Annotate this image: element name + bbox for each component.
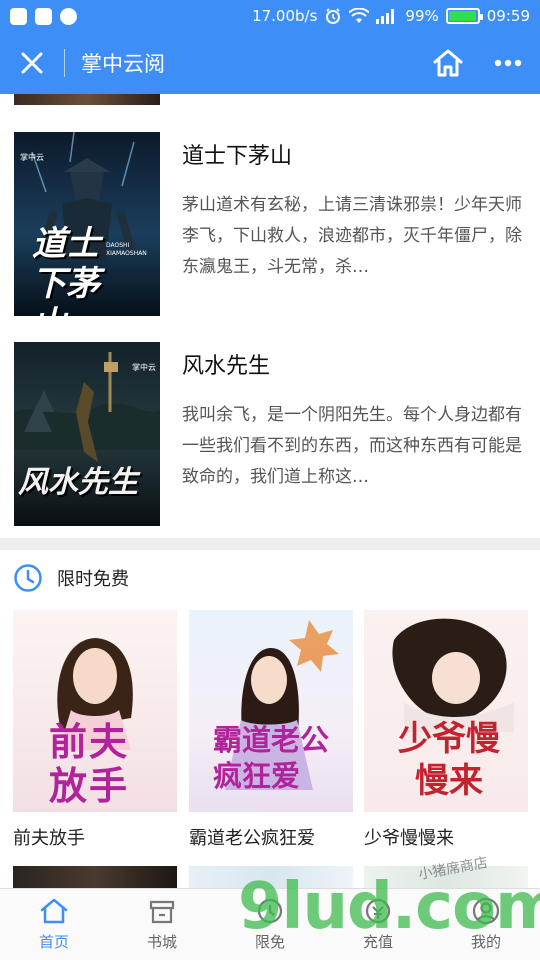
cover-title-text: 霸道老公疯狂爱 [213, 723, 330, 793]
cover-title-text: 风水先生 [18, 465, 138, 500]
close-icon [21, 52, 43, 74]
free-book-card[interactable]: 霸道老公疯狂爱 霸道老公疯狂爱 [189, 610, 353, 850]
book-cover[interactable]: 掌中云 风水先生 [14, 342, 160, 526]
free-book-cover[interactable]: 少爷慢慢来 [364, 610, 528, 812]
free-book-cover-partial[interactable] [13, 866, 177, 888]
free-book-cover[interactable]: 前夫放手 [13, 610, 177, 812]
cover-badge: 掌中云 [20, 153, 44, 162]
chat-icon [35, 7, 52, 25]
alarm-icon [326, 8, 341, 24]
home-button[interactable] [420, 32, 476, 94]
free-section-header: 限时免费 [0, 550, 540, 606]
battery-icon [445, 8, 483, 24]
free-book-card[interactable]: 前夫放手 前夫放手 [13, 610, 177, 850]
nav-item-bookstore[interactable]: 书城 [108, 889, 216, 960]
more-icon [494, 59, 522, 67]
cover-title-text: 道士下茅山 [32, 224, 100, 316]
nav-item-recharge[interactable]: 充值 [324, 889, 432, 960]
cover-badge: 掌中云 [132, 363, 156, 372]
clock-icon [14, 564, 42, 592]
free-icon [257, 898, 283, 924]
free-book-cover-partial[interactable] [189, 866, 353, 888]
signal-icon [376, 9, 395, 24]
section-divider [0, 538, 540, 550]
app-notification-icon [60, 7, 77, 25]
book-description: 我叫余飞，是一个阴阳先生。每个人身边都有一些我们看不到的东西，而这种东西有可能是… [182, 405, 522, 487]
home-icon [433, 49, 463, 77]
message-icon [10, 7, 27, 25]
nav-label: 充值 [362, 933, 393, 951]
cover-title-text: 前夫放手 [49, 720, 130, 808]
home-icon [40, 898, 68, 924]
nav-item-free[interactable]: 限免 [216, 889, 324, 960]
book-item-fengshui[interactable]: 掌中云 风水先生 风水先生 我叫余飞，是一个阴阳先生。每个人身边都有一些我们看不… [0, 342, 540, 526]
free-book-name[interactable]: 前夫放手 [13, 824, 177, 850]
battery-level [448, 11, 477, 21]
free-book-cover-partial[interactable] [364, 866, 528, 888]
book-item-daoshi[interactable]: 掌中云 DAOSHI XIAMAOSHAN 道士下茅山 道士下茅山 茅山道术有玄… [0, 132, 540, 316]
status-indicators: 17.00b/s 99% 09:59 [252, 7, 530, 25]
book-cover[interactable]: 掌中云 DAOSHI XIAMAOSHAN 道士下茅山 [14, 132, 160, 316]
close-button[interactable] [0, 32, 64, 94]
more-button[interactable] [476, 32, 540, 94]
title-bar: 掌中云阅 [0, 32, 540, 94]
cover-title-text: 少爷慢慢来 [398, 719, 500, 801]
bottom-nav: 首页 书城 限免 充值 我的 [0, 888, 540, 960]
free-book-name[interactable]: 霸道老公疯狂爱 [189, 824, 353, 850]
book-title[interactable]: 风水先生 [182, 348, 270, 380]
nav-label: 我的 [470, 933, 501, 951]
wifi-icon [349, 8, 370, 23]
book-description: 茅山道术有玄秘，上请三清诛邪祟！少年天师李飞，下山救人，浪迹都市，灭千年僵尸，除… [182, 195, 522, 277]
clock-time: 09:59 [486, 7, 530, 25]
free-book-cover[interactable]: 霸道老公疯狂爱 [189, 610, 353, 812]
nav-label: 限免 [254, 933, 285, 951]
previous-book-cover[interactable] [14, 94, 160, 105]
page-title: 掌中云阅 [81, 52, 165, 76]
section-title: 限时免费 [57, 569, 129, 590]
title-divider [64, 49, 65, 77]
notification-icons [10, 7, 77, 25]
nav-item-home[interactable]: 首页 [0, 889, 108, 960]
nav-label: 书城 [146, 933, 177, 951]
profile-icon [472, 897, 500, 925]
recharge-icon [365, 898, 391, 924]
status-bar: 17.00b/s 99% 09:59 [0, 0, 540, 32]
nav-label: 首页 [38, 933, 69, 951]
main-content: 掌中云 DAOSHI XIAMAOSHAN 道士下茅山 道士下茅山 茅山道术有玄… [0, 94, 540, 888]
book-title[interactable]: 道士下茅山 [182, 138, 292, 170]
nav-item-profile[interactable]: 我的 [432, 889, 540, 960]
bookstore-icon [149, 900, 175, 924]
free-book-name[interactable]: 少爷慢慢来 [364, 824, 528, 850]
free-book-card[interactable]: 少爷慢慢来 少爷慢慢来 [364, 610, 528, 850]
network-speed: 17.00b/s [252, 7, 318, 25]
battery-percent: 99% [405, 7, 439, 25]
app-page: 17.00b/s 99% 09:59 掌中云阅 掌中云 DAOSHI XIAMA… [0, 0, 540, 960]
